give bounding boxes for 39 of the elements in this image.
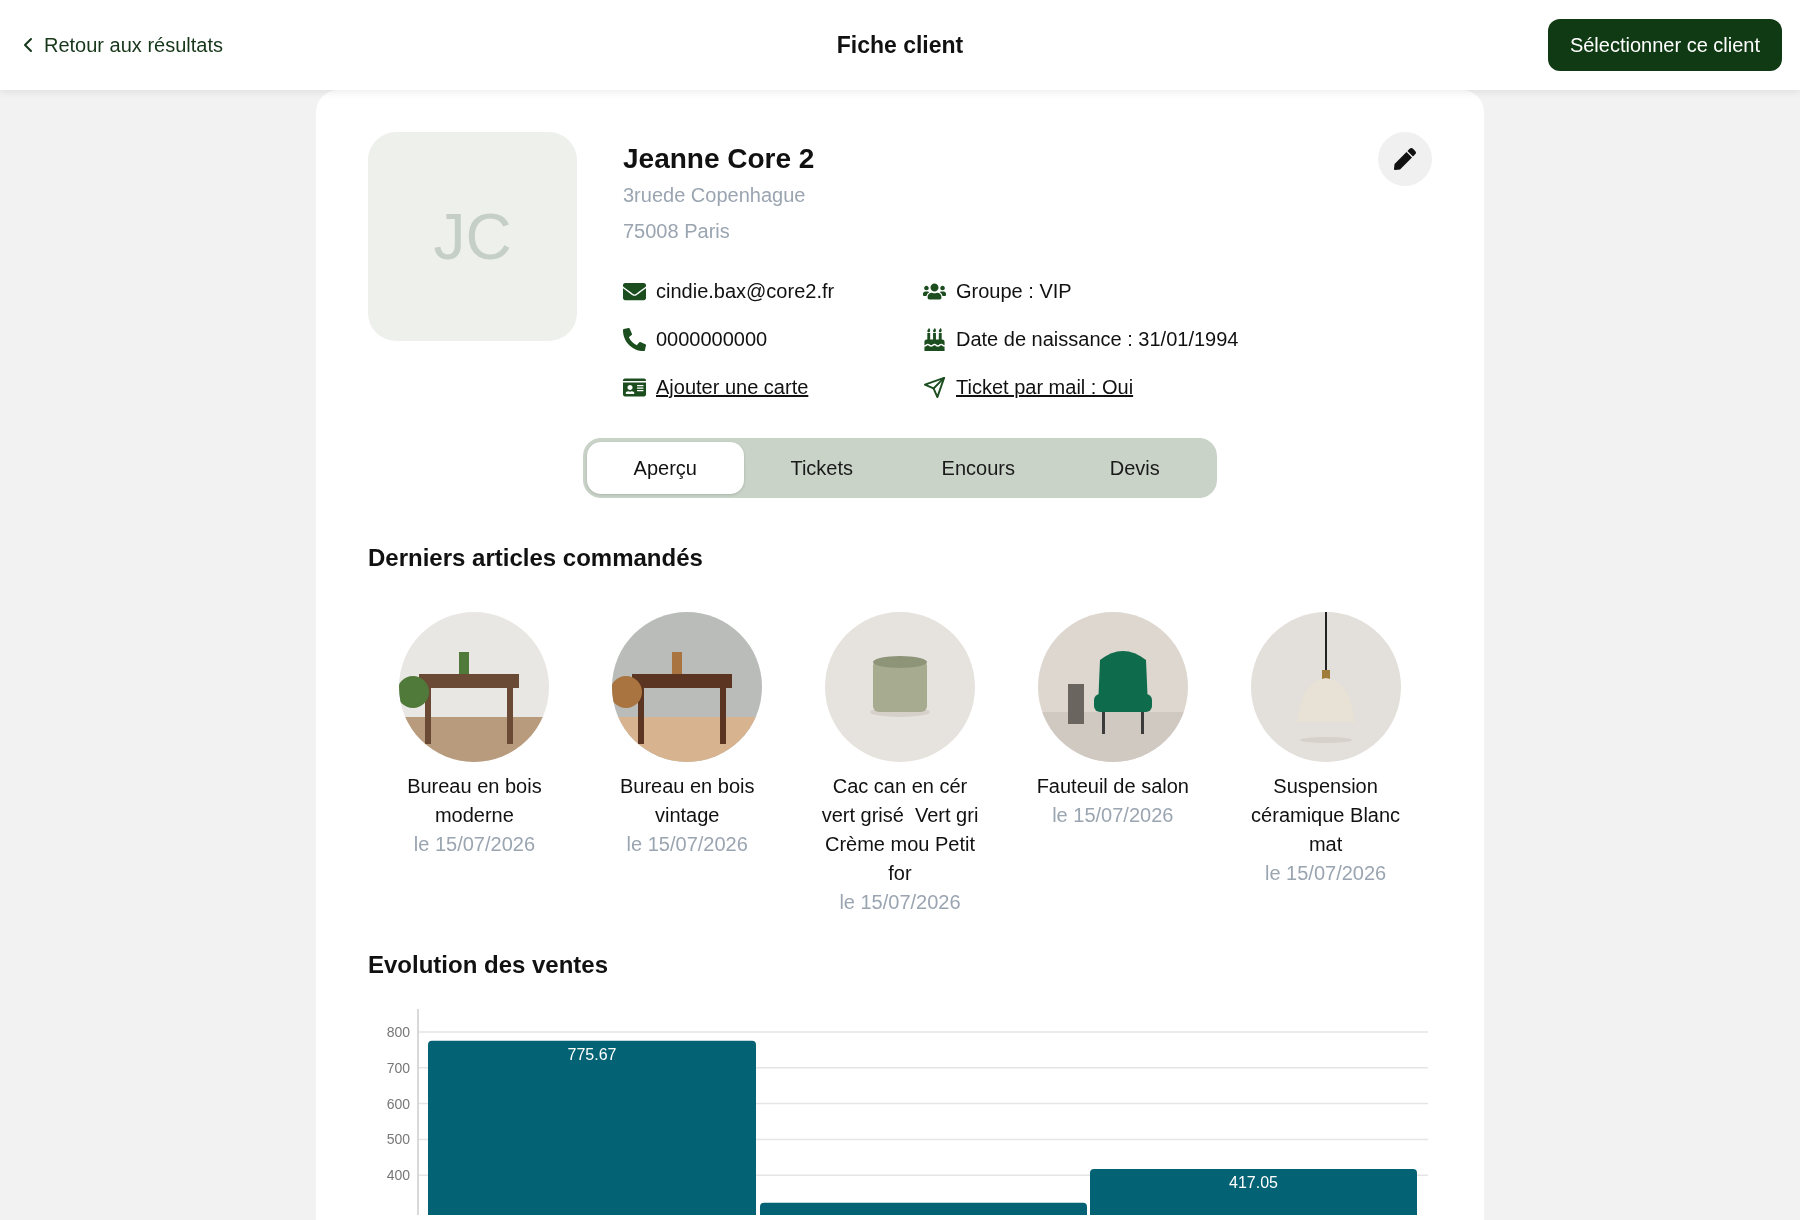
detail-link[interactable]: Ajouter une carte xyxy=(656,372,809,402)
detail-text: Date de naissance : 31/01/1994 xyxy=(956,327,1239,352)
pencil-icon xyxy=(1394,148,1416,170)
detail-text: 0000000000 xyxy=(656,327,768,352)
tab[interactable]: Tickets xyxy=(743,442,900,494)
axis-tick-label: 700 xyxy=(386,1059,410,1076)
tab[interactable]: Aperçu xyxy=(587,442,744,494)
address-line: 3ruede Copenhague xyxy=(623,183,807,208)
product-name: Bureau en bois vintage xyxy=(618,774,756,828)
order-date: le 15/07/2026 xyxy=(839,890,961,915)
product-name: Bureau en bois moderne xyxy=(406,774,543,828)
paper-plane-icon xyxy=(923,375,946,399)
client-name: Jeanne Core 2 xyxy=(623,142,815,176)
axis-tick-label: 600 xyxy=(386,1095,410,1112)
order-date: le 15/07/2026 xyxy=(1052,803,1174,828)
address-line: 75008 Paris xyxy=(623,219,731,244)
value-label: 775.67 xyxy=(567,1045,617,1063)
tab[interactable]: Encours xyxy=(900,442,1057,494)
axis-tick-label: 400 xyxy=(386,1167,410,1184)
product-name: Suspension céramique Blanc mat xyxy=(1250,774,1402,857)
detail-link[interactable]: Ticket par mail : Oui xyxy=(956,372,1134,402)
detail-text: cindie.bax@core2.fr xyxy=(656,279,835,304)
page-title: Fiche client xyxy=(836,30,964,60)
order-date: le 15/07/2026 xyxy=(626,832,748,857)
order-date: le 15/07/2026 xyxy=(1264,861,1387,886)
product-name: Fauteuil de salon xyxy=(1036,774,1189,799)
back-link[interactable]: Retour aux résultats xyxy=(16,30,223,60)
product-name: Cac can en cér vert grisé Vert gri Crème mou Petit for xyxy=(820,774,980,886)
detail-text: Groupe : VIP xyxy=(956,279,1072,304)
axis-tick-label: 500 xyxy=(386,1131,410,1148)
order-date: le 15/07/2026 xyxy=(413,832,535,857)
tab[interactable]: Devis xyxy=(1056,442,1213,494)
phone-icon xyxy=(623,327,646,351)
cake-icon xyxy=(923,327,946,351)
section-title: Derniers articles commandés xyxy=(368,543,704,573)
axis-tick-label: 800 xyxy=(386,1023,410,1040)
value-label: 417.05 xyxy=(1229,1174,1278,1192)
section-title: Evolution des ventes xyxy=(368,950,610,980)
select-client-button[interactable]: Sélectionner ce client xyxy=(1547,19,1782,71)
